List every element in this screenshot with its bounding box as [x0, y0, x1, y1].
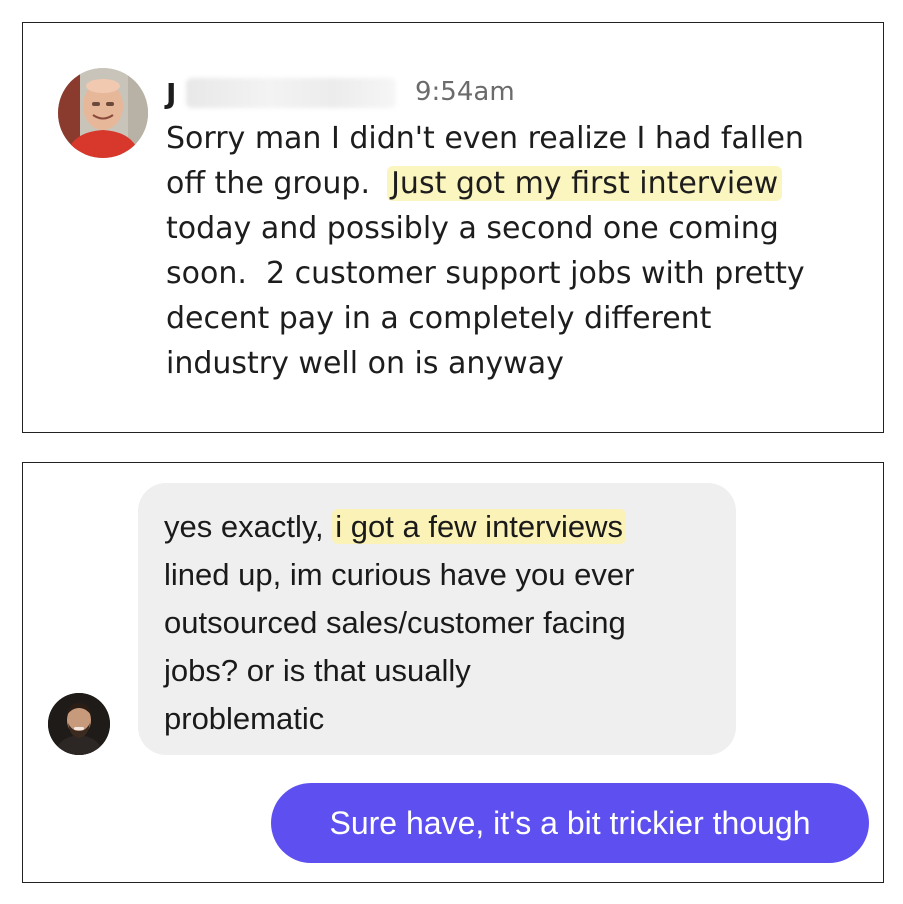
message-line: outsourced sales/customer facing — [164, 605, 626, 640]
sender-name-redaction — [186, 78, 396, 108]
incoming-message-bubble[interactable]: yes exactly, i got a few interviews line… — [138, 483, 736, 755]
highlighted-text: i got a few interviews — [332, 509, 626, 544]
message-line-text: yes exactly, — [164, 509, 333, 544]
message-header: J 9:54am — [166, 69, 566, 110]
person-avatar-icon — [48, 693, 110, 755]
message-panel-2: yes exactly, i got a few interviews line… — [22, 462, 884, 883]
message-line: problematic — [164, 701, 325, 736]
message-line: jobs? or is that usually — [164, 653, 471, 688]
message-line: today and possibly a second one coming — [166, 211, 779, 246]
message-line-text: off the group. — [166, 166, 390, 201]
message-line: off the group. Just got my first intervi… — [166, 161, 876, 206]
sender-name[interactable]: J — [166, 77, 176, 110]
message-line: industry well on is anyway — [166, 346, 564, 381]
message-line: lined up, im curious have you ever — [164, 557, 635, 592]
person-avatar-icon — [58, 68, 148, 158]
outgoing-message-text: Sure have, it's a bit trickier though — [329, 804, 811, 841]
contact-avatar[interactable] — [48, 693, 110, 755]
message-text: Sorry man I didn't even realize I had fa… — [166, 116, 876, 386]
message-line: decent pay in a completely different — [166, 301, 712, 336]
highlighted-text: Just got my first interview — [387, 166, 783, 201]
message-line: Sorry man I didn't even realize I had fa… — [166, 121, 804, 156]
message-timestamp: 9:54am — [415, 77, 515, 107]
message-panel-1: J 9:54am Sorry man I didn't even realize… — [22, 22, 884, 433]
sender-avatar[interactable] — [58, 68, 148, 158]
outgoing-message-bubble[interactable]: Sure have, it's a bit trickier though — [271, 783, 869, 863]
message-line: soon. 2 customer support jobs with prett… — [166, 256, 805, 291]
message-line: yes exactly, i got a few interviews — [164, 503, 710, 551]
